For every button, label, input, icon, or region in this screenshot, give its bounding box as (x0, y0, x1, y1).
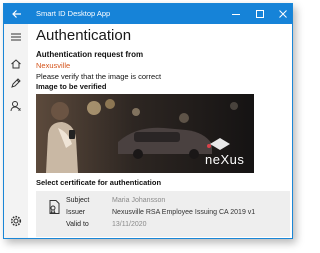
title-bar: Smart ID Desktop App (4, 4, 292, 24)
image-label: Image to be verified (36, 82, 107, 91)
sidebar-item-home[interactable] (9, 57, 23, 71)
window-title: Smart ID Desktop App (36, 9, 111, 18)
verify-instruction: Please verify that the image is correct (36, 72, 162, 81)
request-label: Authentication request from (36, 50, 144, 59)
valid-to-label: Valid to (66, 221, 89, 228)
user-icon (10, 101, 21, 112)
hamburger-menu-icon (11, 33, 21, 41)
page-title: Authentication (36, 27, 132, 44)
subject-label: Subject (66, 197, 90, 204)
sidebar-item-account[interactable] (9, 99, 23, 113)
back-button[interactable] (10, 7, 24, 21)
maximize-icon (256, 10, 264, 18)
close-button[interactable] (275, 6, 291, 22)
requester-name: Nexusville (36, 61, 71, 70)
pencil-icon (11, 78, 21, 88)
home-icon (11, 59, 21, 69)
main-content: Authentication Authentication request fr… (36, 24, 292, 238)
minimize-icon (232, 14, 240, 15)
nav-sidebar (4, 24, 28, 238)
maximize-button[interactable] (252, 6, 268, 22)
menu-button[interactable] (9, 30, 23, 44)
settings-gear-icon (10, 215, 22, 227)
valid-to-value: 13/11/2020 (112, 221, 147, 228)
back-arrow-icon (12, 10, 21, 18)
subject-value: Maria Johansson (112, 197, 166, 204)
certificate-card[interactable]: Subject Maria Johansson Issuer Nexusvill… (36, 191, 290, 237)
close-icon (279, 10, 287, 18)
nexus-logo: neXus (205, 152, 245, 167)
issuer-value: Nexusville RSA Employee Issuing CA 2019 … (112, 209, 256, 216)
sidebar-item-sign[interactable] (9, 76, 23, 90)
minimize-button[interactable] (228, 6, 244, 22)
app-window: Smart ID Desktop App Authentication Auth… (3, 3, 293, 239)
issuer-label: Issuer (66, 209, 86, 216)
certificate-section-label: Select certificate for authentication (36, 178, 162, 187)
verification-image: neXus (36, 94, 254, 173)
certificate-icon (47, 199, 61, 215)
sidebar-item-settings[interactable] (9, 214, 23, 228)
